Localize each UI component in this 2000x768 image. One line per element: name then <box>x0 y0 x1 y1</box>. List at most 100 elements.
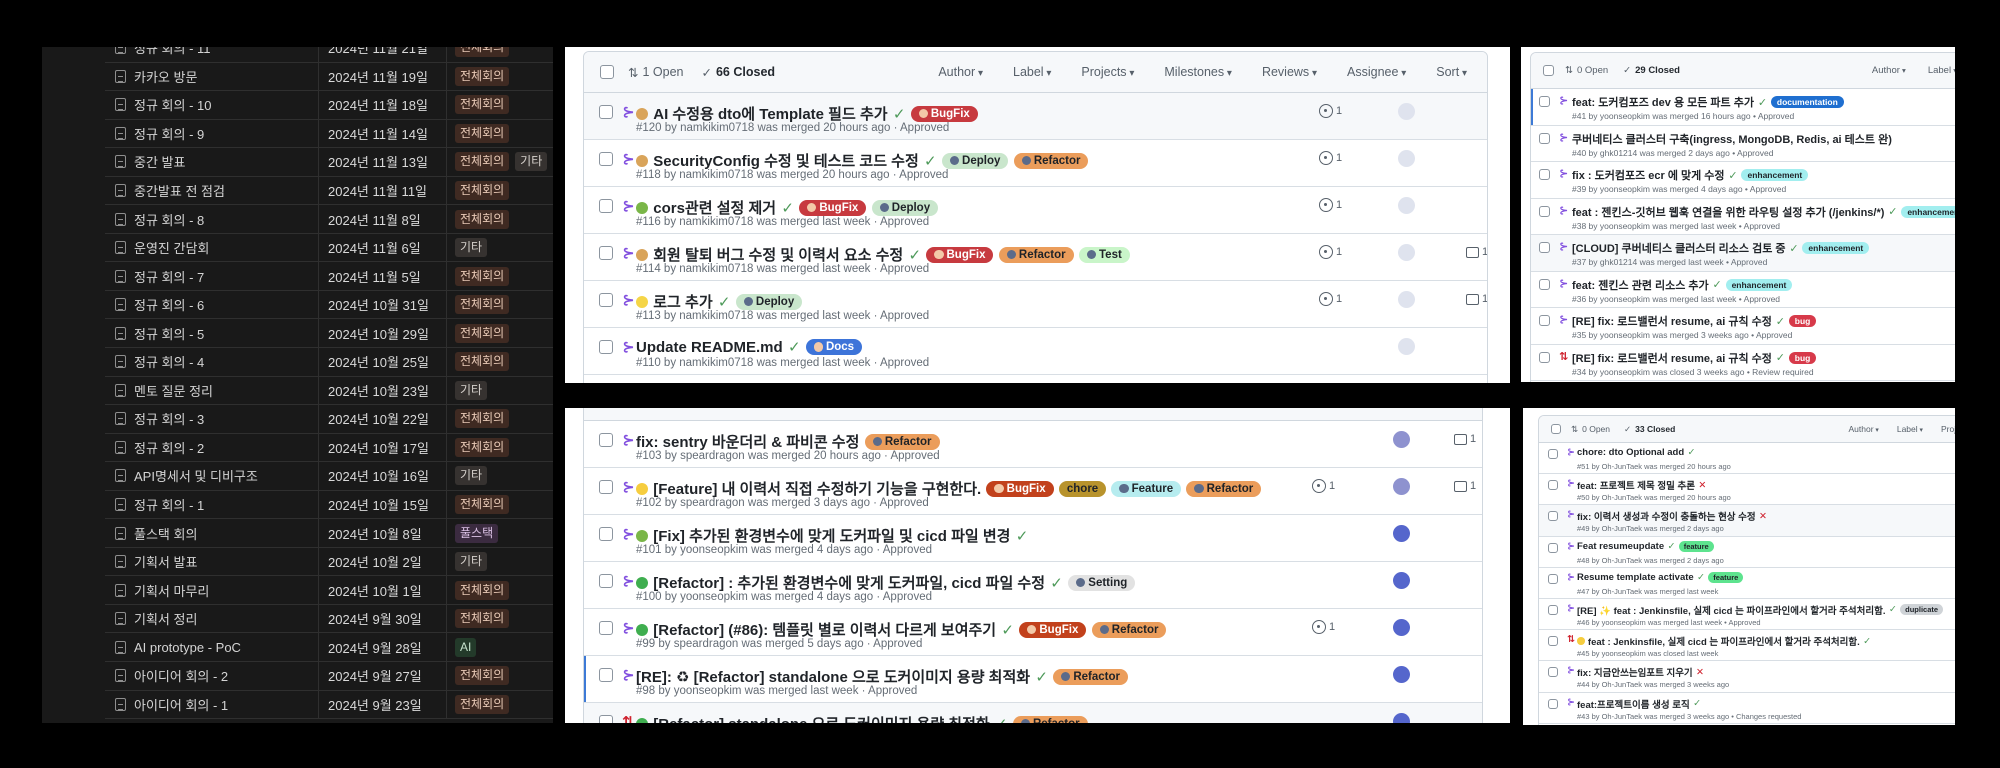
assignee-avatar[interactable] <box>1393 431 1410 448</box>
pr-checkbox[interactable] <box>599 621 613 635</box>
pr-row[interactable]: ⊱ cors관련 설정 제거 ✓ BugFix Deploy #116 by namkik… <box>584 187 1487 234</box>
label-bugfix[interactable]: BugFix <box>1019 621 1087 638</box>
pr-title-link[interactable]: [RE] fix: 로드밸런서 resume, ai 규칙 수정 <box>1572 313 1772 329</box>
label-enhancement[interactable]: enhancement <box>1901 205 1955 218</box>
pr-row[interactable]: ⊱ [CLOUD] 쿠버네티스 클러스터 리소스 검토 중 ✓ enhancement… <box>1531 235 1955 272</box>
table-row[interactable]: 정규 회의 - 10 2024년 11월 18일 전체회의 <box>105 91 553 120</box>
pr-row[interactable]: ⊱ fix: sentry 바운더리 & 파비콘 수정 Refactor #103 b… <box>584 421 1482 468</box>
pr-row[interactable]: ⇅ feat : Jenkinsfile, 실제 cicd 는 파이프라인에서 할… <box>1539 630 1955 662</box>
filter-sort[interactable]: Sort <box>1436 65 1467 79</box>
pr-checkbox[interactable] <box>1548 449 1558 459</box>
page-title-cell[interactable]: 멘토 질문 정리 <box>105 376 319 405</box>
pr-row[interactable]: ⊱ [Refactor] : 추가된 환경변수에 맞게 도커파일, cicd 파일… <box>584 562 1482 609</box>
filter-author[interactable]: Author <box>938 65 983 79</box>
table-row[interactable]: 아이디어 회의 - 1 2024년 9월 23일 전체회의 <box>105 690 553 720</box>
pr-row[interactable]: ⊱ feat:프로젝트이름 생성 로직 ✓ #43 by Oh-JunTaek was… <box>1539 693 1955 724</box>
page-title-cell[interactable]: 풀스택 회의 <box>105 519 319 547</box>
pr-checkbox[interactable] <box>1548 604 1558 615</box>
label-test[interactable]: Test <box>1078 246 1130 263</box>
label-deploy[interactable]: Deploy <box>735 293 803 310</box>
pr-title-link[interactable]: fix: 이력서 생성과 수정이 충돌하는 현상 수정 <box>1577 509 1756 523</box>
comments-indicator[interactable]: 1 <box>1454 480 1476 492</box>
table-row[interactable]: 카카오 방문 2024년 11월 19일 전체회의 <box>105 62 553 92</box>
label-refactor[interactable]: Refactor <box>1012 715 1088 723</box>
pr-row[interactable]: ⊱ feat: 젠킨스 관련 리소스 추가 ✓ enhancement #36 by y… <box>1531 272 1955 308</box>
pr-checkbox[interactable] <box>1539 242 1550 253</box>
pr-row[interactable]: ⊱ Resume template activate ✓ feature #47 by … <box>1539 568 1955 599</box>
label-docs[interactable]: Docs <box>805 339 863 355</box>
label-bugfix[interactable]: BugFix <box>799 199 867 216</box>
assignee-avatar[interactable] <box>1393 525 1410 542</box>
pr-row[interactable]: ⊱ [Refactor] (#86): 템플릿 별로 이력서 다르게 보여주기 ✓ B… <box>584 609 1482 656</box>
pr-checkbox[interactable] <box>1539 351 1550 363</box>
table-row[interactable]: 풀스택 회의 2024년 10월 8일 풀스택 <box>105 519 553 548</box>
pr-title-link[interactable]: [RE] ✨ feat : Jenkinsfile, 실제 cicd 는 파이프… <box>1577 603 1886 617</box>
pr-title-link[interactable]: Update README.md <box>636 339 783 356</box>
assignee-avatar[interactable] <box>1398 103 1415 120</box>
pr-checkbox[interactable] <box>599 293 613 307</box>
page-title-cell[interactable]: 중간발표 전 점검 <box>105 176 319 205</box>
pr-row[interactable]: ⊱Docs <box>584 375 1487 383</box>
assignee-avatar[interactable] <box>1393 478 1410 495</box>
pr-row[interactable]: ⊱ [Fix] 추가된 환경변수에 맞게 도커파일 및 cicd 파일 변경 ✓ #1… <box>584 515 1482 562</box>
pr-title-link[interactable]: [Feature] 내 이력서 직접 수정하기 기능을 구현한다. <box>653 478 981 499</box>
page-title-cell[interactable]: 중간 발표 <box>105 148 319 176</box>
pr-checkbox[interactable] <box>599 433 613 447</box>
label-bugfix[interactable]: BugFix <box>986 480 1054 497</box>
reviews-indicator[interactable]: 1 <box>1319 245 1342 259</box>
select-all-checkbox[interactable] <box>600 65 614 79</box>
label-refactor[interactable]: Refactor <box>864 433 940 450</box>
pr-checkbox[interactable] <box>1548 667 1558 678</box>
table-row[interactable]: 아이디어 회의 - 2 2024년 9월 27일 전체회의 <box>105 662 553 691</box>
pr-title-link[interactable]: feat : 젠킨스-깃허브 웹훅 연결을 위한 라우팅 설정 추가 (/jen… <box>1572 204 1884 220</box>
filter-author[interactable]: Author <box>1848 424 1878 434</box>
label-feature[interactable]: Feature <box>1111 480 1182 497</box>
filter-milestones[interactable]: Milestones <box>1164 65 1232 79</box>
pr-row[interactable]: ⊱ [Feature] 내 이력서 직접 수정하기 기능을 구현한다. BugFix… <box>584 468 1482 515</box>
assignee-avatar[interactable] <box>1393 572 1410 589</box>
pr-title-link[interactable]: [RE] fix: 로드밸런서 resume, ai 규칙 수정 <box>1572 350 1772 366</box>
reviews-indicator[interactable]: 1 <box>1319 104 1342 118</box>
page-title-cell[interactable]: AI prototype - PoC <box>105 633 319 662</box>
label-refactor[interactable]: Refactor <box>1186 480 1262 497</box>
page-title-cell[interactable]: 정규 회의 - 3 <box>105 405 319 433</box>
comments-indicator[interactable]: 1 <box>1466 246 1487 258</box>
table-row[interactable]: 정규 회의 - 8 2024년 11월 8일 전체회의 <box>105 205 553 234</box>
table-row[interactable]: AI prototype - PoC 2024년 9월 28일 AI <box>105 633 553 663</box>
label-documentation[interactable]: documentation <box>1770 96 1844 108</box>
label-bugfix[interactable]: BugFix <box>910 105 978 122</box>
assignee-avatar[interactable] <box>1398 338 1415 355</box>
label-refactor[interactable]: Refactor <box>1013 152 1089 169</box>
label-duplicate[interactable]: duplicate <box>1900 604 1944 616</box>
pr-title-link[interactable]: Resume template activate <box>1577 572 1694 583</box>
label-bug[interactable]: bug <box>1788 351 1817 364</box>
reviews-indicator[interactable]: 1 <box>1319 198 1342 212</box>
filter-label[interactable]: Label <box>1928 65 1955 76</box>
pr-checkbox[interactable] <box>1548 636 1558 647</box>
table-row[interactable]: 정규 회의 - 9 2024년 11월 14일 전체회의 <box>105 119 553 149</box>
page-title-cell[interactable]: API명세서 및 디비구조 <box>105 462 319 490</box>
pr-title-link[interactable]: feat : Jenkinsfile, 실제 cicd 는 파이프라인에서 할거… <box>1588 634 1860 648</box>
pr-checkbox[interactable] <box>599 246 613 260</box>
pr-row[interactable]: ⊱ [RE] fix: 로드밸런서 resume, ai 규칙 수정 ✓ bug #35… <box>1531 308 1955 345</box>
pr-title-link[interactable]: 쿠버네티스 클러스터 구축(ingress, MongoDB, Redis, a… <box>1572 131 1892 147</box>
pr-title-link[interactable]: feat: 젠킨스 관련 리소스 추가 <box>1572 277 1709 293</box>
page-title-cell[interactable]: 기획서 정리 <box>105 604 319 633</box>
page-title-cell[interactable]: 운영진 간담회 <box>105 233 319 262</box>
table-row[interactable]: 정규 회의 - 7 2024년 11월 5일 전체회의 <box>105 262 553 291</box>
open-filter[interactable]: ⇅ 0 Open <box>1565 65 1608 76</box>
pr-title-link[interactable]: fix : 도커컴포즈 ecr 에 맞게 수정 <box>1572 167 1725 183</box>
open-filter[interactable]: ⇅ 0 Open <box>1571 424 1610 435</box>
table-row[interactable]: 중간발표 전 점검 2024년 11월 11일 전체회의 <box>105 176 553 206</box>
pr-checkbox[interactable] <box>1539 169 1550 180</box>
open-filter[interactable]: ⇅ 1 Open <box>628 65 684 80</box>
pr-title-link[interactable]: 로그 추가 <box>653 291 712 312</box>
pr-checkbox[interactable] <box>599 152 613 166</box>
reviews-indicator[interactable]: 1 <box>1312 479 1335 493</box>
pr-title-link[interactable]: [Refactor] : 추가된 환경변수에 맞게 도커파일, cicd 파일 … <box>653 572 1045 593</box>
pr-row[interactable]: ⇅ [Refactor] standalone 으로 도커이미지 용량 최적화 ✓ R… <box>584 703 1482 723</box>
label-enhancement[interactable]: enhancement <box>1802 242 1870 254</box>
reviews-indicator[interactable]: 1 <box>1319 292 1342 306</box>
pr-row[interactable]: ⇅ <box>1531 381 1955 382</box>
pr-row[interactable]: ⇅ [RE] fix: 로드밸런서 resume, ai 규칙 수정 ✓ bug #34… <box>1531 345 1955 381</box>
